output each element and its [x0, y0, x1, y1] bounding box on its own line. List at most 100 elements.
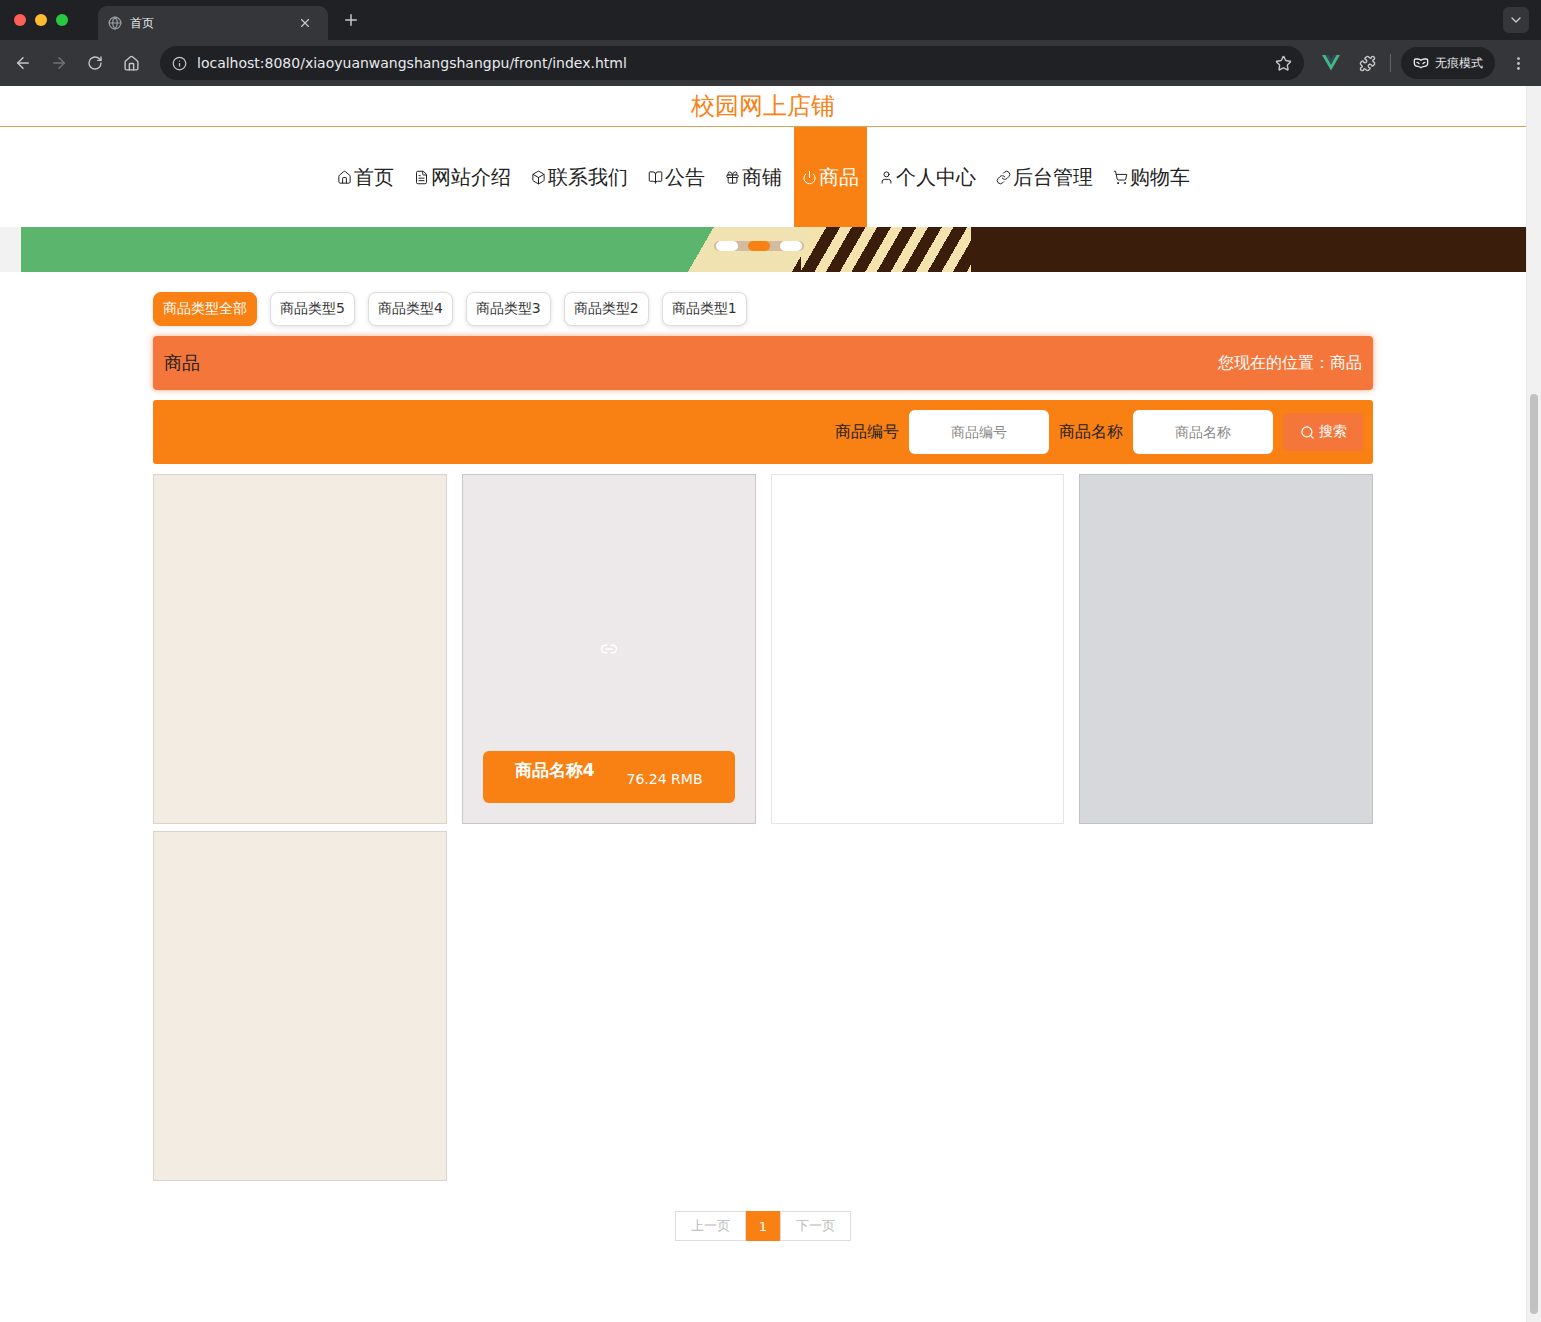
browser-window: 首页 localhost:8080/xiaoyuanwangshangshangp… — [0, 0, 1541, 1322]
search-input[interactable] — [909, 410, 1049, 454]
search-field: 商品编号 — [835, 410, 1049, 454]
main-nav: 首页 网站介绍联系我们 公告 商铺 商品 个人中心 后台管理 购物车 — [0, 127, 1526, 227]
nav-item[interactable]: 网站介绍 — [406, 127, 519, 227]
scrollbar-thumb[interactable] — [1530, 394, 1538, 1314]
field-label: 商品编号 — [835, 422, 899, 443]
nav-label: 购物车 — [1130, 164, 1190, 191]
nav-label: 公告 — [665, 164, 705, 191]
address-bar[interactable]: localhost:8080/xiaoyuanwangshangshangpu/… — [160, 46, 1304, 80]
star-icon[interactable] — [1275, 55, 1292, 72]
incognito-icon — [1413, 55, 1429, 71]
reload-icon — [87, 55, 103, 71]
notice-icon — [648, 170, 663, 185]
home-icon — [123, 55, 140, 72]
document-icon — [414, 170, 429, 185]
nav-item[interactable]: 联系我们 — [523, 127, 636, 227]
viewport: 校园网上店铺首页网站介绍联系我们公告商铺商品个人中心后台管理购物车商品类型全部商… — [0, 86, 1541, 1322]
zoom-window-button[interactable] — [56, 14, 68, 26]
prev-page-button[interactable]: 上一页 — [675, 1211, 746, 1241]
product-name: 商品名称4 — [515, 759, 595, 782]
nav-item[interactable]: 购物车 — [1105, 127, 1198, 227]
search-button-label: 搜索 — [1319, 423, 1347, 441]
nav-label: 商铺 — [742, 164, 782, 191]
new-tab-button[interactable] — [338, 7, 364, 33]
banner-row — [0, 227, 1526, 272]
category-button[interactable]: 商品类型5 — [270, 292, 355, 326]
category-button[interactable]: 商品类型4 — [368, 292, 453, 326]
nav-label: 网站介绍 — [431, 164, 511, 191]
incognito-badge[interactable]: 无痕模式 — [1401, 47, 1495, 79]
puzzle-icon — [1359, 55, 1376, 72]
category-filter: 商品类型全部商品类型5 商品类型4 商品类型3 商品类型2 商品类型1 — [153, 292, 1373, 326]
nav-item[interactable]: 公告 — [640, 127, 713, 227]
carousel-dot[interactable] — [748, 241, 770, 251]
vue-logo-icon — [1322, 55, 1340, 71]
power-icon — [802, 170, 817, 185]
field-label: 商品名称 — [1059, 422, 1123, 443]
product-card[interactable] — [1079, 474, 1373, 824]
search-field: 商品名称 — [1059, 410, 1273, 454]
page-button[interactable]: 1 — [746, 1211, 780, 1241]
carousel-dot[interactable] — [716, 241, 738, 251]
reload-button[interactable] — [82, 50, 108, 76]
tab-close-button[interactable] — [292, 10, 318, 36]
search-button[interactable]: 搜索 — [1283, 413, 1363, 451]
browser-tab[interactable]: 首页 — [98, 6, 328, 40]
category-button[interactable]: 商品类型3 — [466, 292, 551, 326]
nav-item[interactable]: 商铺 — [717, 127, 790, 227]
close-window-button[interactable] — [14, 14, 26, 26]
forward-button[interactable] — [46, 50, 72, 76]
arrow-left-icon — [14, 54, 32, 72]
nav-item[interactable]: 商品 — [794, 127, 867, 227]
browser-toolbar: localhost:8080/xiaoyuanwangshangshangpu/… — [0, 40, 1541, 86]
product-card[interactable] — [771, 474, 1065, 824]
tab-search-button[interactable] — [1503, 7, 1529, 33]
minimize-window-button[interactable] — [35, 14, 47, 26]
nav-item[interactable]: 首页 — [329, 127, 402, 227]
nav-label: 首页 — [354, 164, 394, 191]
home-button[interactable] — [118, 50, 144, 76]
back-button[interactable] — [10, 50, 36, 76]
section-header: 商品 您现在的位置：商品 — [153, 336, 1373, 390]
banner-carousel — [21, 227, 1526, 272]
breadcrumb: 您现在的位置：商品 — [1218, 353, 1362, 374]
product-card[interactable] — [153, 474, 447, 824]
vue-devtools-button[interactable] — [1318, 50, 1344, 76]
tab-title: 首页 — [130, 15, 284, 32]
toolbar-separator — [1390, 54, 1391, 72]
product-card[interactable] — [153, 831, 447, 1181]
category-button[interactable]: 商品类型2 — [564, 292, 649, 326]
search-input[interactable] — [1133, 410, 1273, 454]
search-icon — [1300, 425, 1315, 440]
home-icon — [337, 170, 352, 185]
extensions-button[interactable] — [1354, 50, 1380, 76]
chevron-down-icon — [1508, 12, 1524, 28]
scrollbar — [1526, 86, 1541, 1322]
product-info: 商品名称476.24 RMB — [483, 751, 735, 803]
link-icon — [600, 640, 618, 658]
url-text: localhost:8080/xiaoyuanwangshangshangpu/… — [197, 55, 1265, 71]
nav-item[interactable]: 个人中心 — [871, 127, 984, 227]
next-page-button[interactable]: 下一页 — [780, 1211, 851, 1241]
product-grid: 商品名称476.24 RMB — [153, 474, 1373, 1181]
nav-item[interactable]: 后台管理 — [988, 127, 1101, 227]
tab-strip: 首页 — [0, 0, 1541, 40]
pagination: 上一页1下一页 — [153, 1211, 1373, 1241]
product-card[interactable]: 商品名称476.24 RMB — [462, 474, 756, 824]
carousel-dots — [714, 241, 804, 251]
info-icon — [172, 56, 187, 71]
nav-label: 个人中心 — [896, 164, 976, 191]
category-button[interactable]: 商品类型全部 — [153, 292, 257, 326]
search-bar: 商品编号 商品名称 搜索 — [153, 400, 1373, 464]
category-button[interactable]: 商品类型1 — [662, 292, 747, 326]
section-title: 商品 — [164, 351, 200, 375]
nav-label: 后台管理 — [1013, 164, 1093, 191]
carousel-dot[interactable] — [780, 241, 802, 251]
window-controls — [14, 14, 68, 26]
close-icon — [298, 16, 312, 30]
browser-menu-button[interactable] — [1505, 50, 1531, 76]
nav-label: 商品 — [819, 164, 859, 191]
arrow-right-icon — [50, 54, 68, 72]
plus-icon — [342, 11, 360, 29]
incognito-label: 无痕模式 — [1435, 55, 1483, 72]
